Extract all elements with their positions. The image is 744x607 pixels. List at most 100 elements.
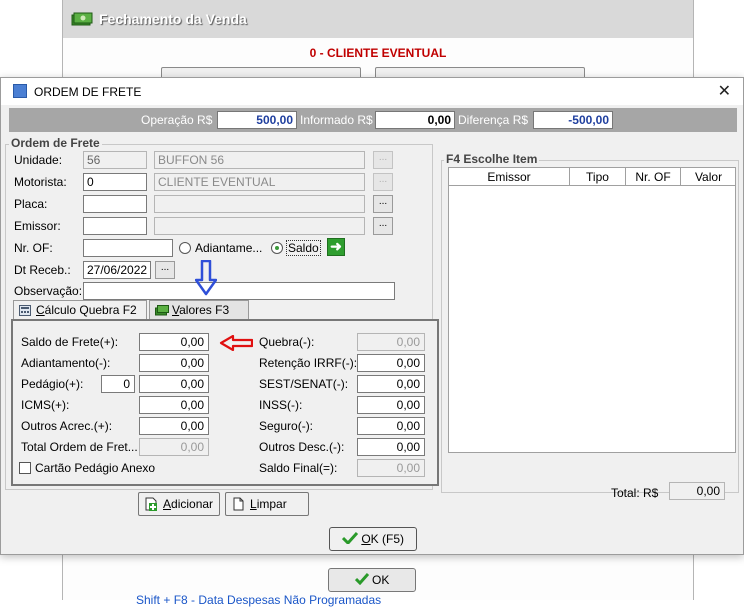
outros-desc-field[interactable]: 0,00 — [357, 438, 425, 456]
column-valor[interactable]: Valor — [681, 170, 736, 184]
total-value: 0,00 — [669, 482, 725, 500]
placa-label: Placa: — [14, 197, 48, 211]
operation-bar: Operação R$ 500,00 Informado R$ 0,00 Dif… — [9, 108, 737, 132]
arrow-down-annotation-icon — [195, 260, 217, 296]
saldo-final-label: Saldo Final(=): — [259, 461, 338, 475]
money-icon — [155, 305, 169, 316]
arrow-left-annotation-icon — [219, 335, 253, 351]
motorista-name-field: CLIENTE EVENTUAL — [154, 173, 365, 191]
ok-key: O — [361, 532, 371, 546]
app-icon — [13, 84, 27, 98]
background-shortcut-link[interactable]: Shift + F8 - Data Despesas Não Programad… — [136, 593, 381, 607]
escolhe-item-legend: F4 Escolhe Item — [444, 152, 540, 166]
saldo-frete-field[interactable]: 0,00 — [139, 333, 209, 351]
money-icon — [71, 12, 93, 26]
saldo-radio[interactable] — [271, 242, 283, 254]
informado-label: Informado R$ — [300, 113, 373, 127]
background-titlebar: Fechamento da Venda — [62, 0, 694, 38]
limpar-key: L — [250, 497, 257, 511]
browse-glyph: ... — [378, 152, 388, 163]
nr-of-label: Nr. OF: — [14, 241, 53, 255]
motorista-code-field[interactable]: 0 — [83, 173, 147, 191]
dialog-titlebar: ORDEM DE FRETE ✕ — [1, 78, 743, 105]
cartao-pedagio-checkbox[interactable] — [19, 462, 31, 474]
quebra-label: Quebra(-): — [259, 335, 315, 349]
emissor-field[interactable] — [83, 217, 147, 235]
motorista-browse-button[interactable]: ... — [373, 173, 393, 191]
limpar-button[interactable]: Limpar — [225, 492, 309, 516]
outros-desc-label: Outros Desc.(-): — [259, 440, 345, 454]
background-ok-button[interactable]: OK — [328, 568, 416, 592]
calendar-button[interactable]: ... — [155, 261, 175, 279]
placa-browse-button[interactable]: ... — [373, 195, 393, 213]
observacao-field[interactable] — [83, 282, 395, 300]
column-tipo[interactable]: Tipo — [570, 170, 625, 184]
adiantamento-calc-label: Adiantamento(-): — [21, 356, 111, 370]
operacao-value: 500,00 — [217, 111, 297, 129]
pedagio-label: Pedágio(+): — [21, 377, 84, 391]
outros-acrec-field[interactable]: 0,00 — [139, 417, 209, 435]
operacao-label: Operação R$ — [141, 113, 213, 127]
adiantamento-field[interactable]: 0,00 — [139, 354, 209, 372]
unidade-code-field[interactable]: 56 — [83, 151, 147, 169]
total-label: Total: R$ — [611, 486, 659, 500]
unidade-browse-button[interactable]: ... — [373, 151, 393, 169]
calculator-icon — [19, 305, 31, 316]
column-emissor[interactable]: Emissor — [449, 170, 569, 184]
adicionar-label: dicionar — [171, 497, 214, 511]
dt-receb-field[interactable]: 27/06/2022 — [83, 261, 151, 279]
unidade-name-field: BUFFON 56 — [154, 151, 365, 169]
saldo-frete-label: Saldo de Frete(+): — [21, 335, 119, 349]
pedagio-field[interactable]: 0,00 — [139, 375, 209, 393]
nr-of-field[interactable] — [83, 239, 173, 257]
arrow-right-icon[interactable]: ➜ — [327, 238, 345, 256]
adiantamento-radio[interactable] — [179, 242, 191, 254]
adicionar-button[interactable]: Adicionar — [138, 492, 220, 516]
sest-senat-field[interactable]: 0,00 — [357, 375, 425, 393]
placa-field[interactable] — [83, 195, 147, 213]
seguro-label: Seguro(-): — [259, 419, 314, 433]
retencao-irrf-field[interactable]: 0,00 — [357, 354, 425, 372]
items-grid-header: Emissor Tipo Nr. OF Valor — [449, 168, 735, 186]
ordem-de-frete-legend: Ordem de Frete — [9, 136, 102, 150]
ok-label: K (F5) — [370, 532, 405, 546]
inss-field[interactable]: 0,00 — [357, 396, 425, 414]
check-icon — [354, 573, 369, 586]
tab-valores-label: alores F3 — [179, 303, 230, 317]
sest-senat-label: SEST/SENAT(-): — [259, 377, 349, 391]
blank-document-icon — [233, 497, 244, 511]
saldo-label: Saldo — [286, 240, 321, 256]
adicionar-key: A — [163, 497, 172, 511]
icms-label: ICMS(+): — [21, 398, 70, 412]
inss-label: INSS(-): — [259, 398, 303, 412]
browse-glyph: ... — [378, 196, 388, 207]
add-document-icon — [145, 497, 157, 511]
emissor-browse-button[interactable]: ... — [373, 217, 393, 235]
observacao-label: Observação: — [14, 284, 83, 298]
background-client-name: 0 - CLIENTE EVENTUAL — [309, 46, 447, 60]
tab-calculo-quebra[interactable]: Cálculo Quebra F2 — [13, 300, 147, 320]
icms-field[interactable]: 0,00 — [139, 396, 209, 414]
browse-glyph: ... — [378, 174, 388, 185]
emissor-description-field — [154, 217, 365, 235]
pedagio-qty-field[interactable]: 0 — [101, 375, 135, 393]
adiantamento-label: Adiantame... — [195, 241, 263, 255]
ok-f5-button[interactable]: OK (F5) — [329, 527, 417, 551]
calculo-panel: Saldo de Frete(+): 0,00 Adiantamento(-):… — [11, 319, 439, 486]
saldo-final-field: 0,00 — [357, 459, 425, 477]
unidade-label: Unidade: — [14, 153, 63, 167]
emissor-label: Emissor: — [14, 219, 61, 233]
tab-valores[interactable]: Valores F3 — [149, 300, 249, 320]
informado-value: 0,00 — [375, 111, 455, 129]
items-grid[interactable]: Emissor Tipo Nr. OF Valor — [448, 167, 736, 453]
total-ordem-field: 0,00 — [139, 438, 209, 456]
close-icon[interactable]: ✕ — [718, 81, 731, 101]
column-nr-of[interactable]: Nr. OF — [626, 170, 680, 184]
placa-description-field — [154, 195, 365, 213]
background-title: Fechamento da Venda — [99, 11, 247, 27]
seguro-field[interactable]: 0,00 — [357, 417, 425, 435]
motorista-label: Motorista: — [14, 175, 67, 189]
total-ordem-label: Total Ordem de Fret... — [21, 440, 138, 454]
tab-calculo-key: C — [36, 303, 45, 317]
cartao-pedagio-label: Cartão Pedágio Anexo — [35, 461, 156, 475]
